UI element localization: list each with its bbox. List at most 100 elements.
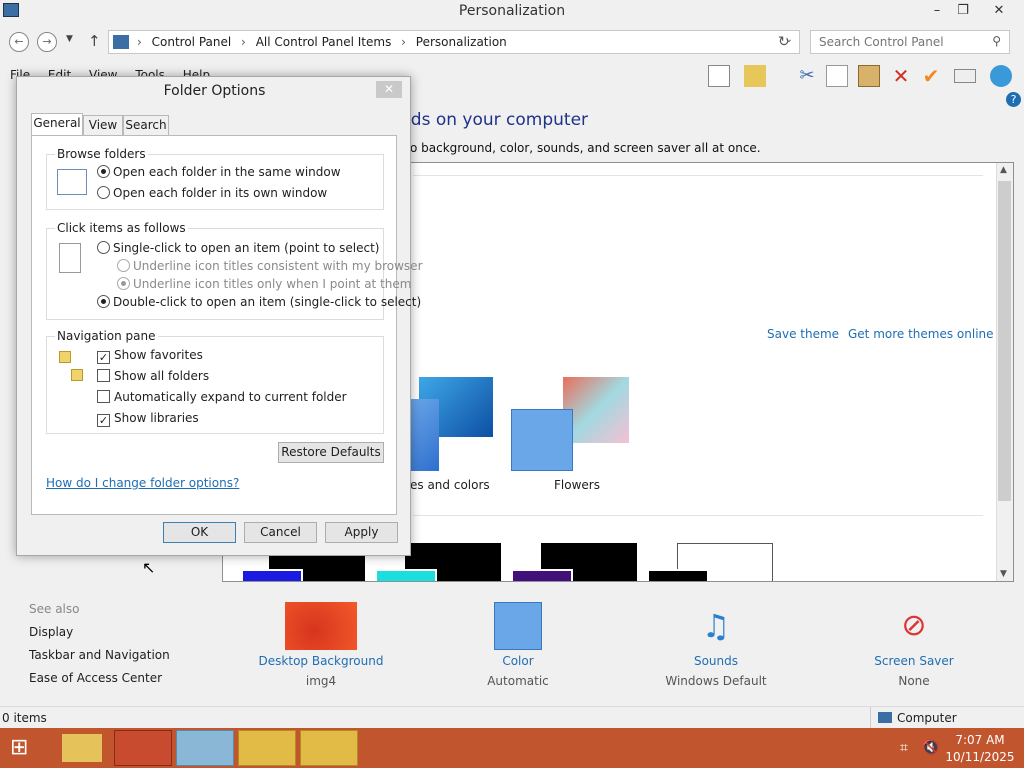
help-icon[interactable]: ?: [1006, 92, 1021, 107]
search-input[interactable]: [811, 31, 981, 53]
network-icon[interactable]: ⌗: [900, 740, 908, 756]
apply-button[interactable]: Apply: [325, 522, 398, 543]
speaker-task-icon[interactable]: [300, 730, 358, 766]
see-also-ease-of-access[interactable]: Ease of Access Center: [29, 671, 162, 685]
tab-search[interactable]: Search: [123, 115, 169, 135]
layout-icon[interactable]: [708, 65, 730, 87]
help-link[interactable]: How do I change folder options?: [46, 476, 239, 490]
dialog-close-button[interactable]: ✕: [376, 81, 402, 98]
start-button-icon[interactable]: ⊞: [10, 736, 28, 760]
scroll-up-icon[interactable]: ▲: [1000, 165, 1007, 175]
speaker-task-icon[interactable]: [238, 730, 296, 766]
color-value: Automatic: [487, 674, 549, 688]
sounds-label[interactable]: Sounds: [636, 654, 796, 668]
breadcrumb-control-panel[interactable]: Control Panel: [152, 35, 232, 49]
search-box[interactable]: ⚲: [810, 30, 1010, 54]
volume-muted-icon[interactable]: 🔇: [922, 740, 939, 756]
copy-icon[interactable]: [826, 65, 848, 87]
desktop-background-value: img4: [305, 674, 337, 688]
see-also-display[interactable]: Display: [29, 625, 73, 639]
desktop-background-item[interactable]: Desktop Background img4: [241, 602, 401, 688]
see-also-taskbar[interactable]: Taskbar and Navigation: [29, 648, 170, 662]
recent-pages-icon[interactable]: ▼: [66, 34, 73, 44]
flowers-color-icon: [511, 409, 573, 471]
color-palette-icon: [494, 602, 542, 650]
sounds-item[interactable]: ♫ Sounds Windows Default: [636, 602, 796, 688]
page-heading: nds on your computer: [400, 110, 589, 130]
search-icon[interactable]: ⚲: [992, 34, 1001, 48]
checkbox-show-favorites[interactable]: ✓ Show favorites: [97, 348, 203, 364]
navigation-pane-title: Navigation pane: [55, 329, 158, 343]
radio-same-window[interactable]: Open each folder in the same window: [97, 165, 341, 179]
dialog-title: Folder Options: [163, 83, 266, 99]
radio-underline-point[interactable]: Underline icon titles only when I point …: [117, 277, 411, 291]
checkmark-icon[interactable]: ✔: [920, 65, 942, 87]
forward-icon[interactable]: →: [37, 32, 57, 52]
cancel-button[interactable]: Cancel: [244, 522, 317, 543]
taskbar: ⊞ ⌗ 🔇 7:07 AM 10/11/2025: [0, 728, 1024, 768]
control-panel-icon: [113, 35, 129, 49]
color-item[interactable]: Color Automatic: [438, 602, 598, 688]
minimize-button[interactable]: –: [924, 2, 950, 20]
see-also-title: See also: [29, 602, 80, 616]
back-icon[interactable]: ←: [9, 32, 29, 52]
screen-saver-icon: ⊘: [901, 608, 927, 643]
paste-icon[interactable]: [858, 65, 880, 87]
close-button[interactable]: ✕: [986, 2, 1012, 20]
cut-icon[interactable]: ✂: [796, 65, 818, 87]
browse-folders-title: Browse folders: [55, 147, 148, 161]
browse-folders-icon: [57, 169, 87, 195]
file-explorer-icon[interactable]: [62, 734, 102, 762]
up-icon[interactable]: ↑: [88, 32, 101, 50]
address-row: ← → ▼ ↑ › Control Panel › All Control Pa…: [0, 26, 1024, 58]
desktop-background-icon: [285, 602, 357, 650]
control-panel-task-icon[interactable]: [176, 730, 234, 766]
radio-own-window[interactable]: Open each folder in its own window: [97, 186, 327, 200]
checkbox-show-all-folders[interactable]: Show all folders: [97, 369, 209, 383]
tab-general[interactable]: General: [31, 113, 83, 136]
theme-swatch: [409, 399, 439, 471]
clock-date[interactable]: 10/11/2025: [940, 750, 1020, 764]
screen-saver-value: None: [898, 674, 930, 688]
globe-icon[interactable]: [990, 65, 1012, 87]
delete-icon[interactable]: ✕: [890, 65, 912, 87]
restore-defaults-button[interactable]: Restore Defaults: [278, 442, 384, 463]
radio-single-click[interactable]: Single-click to open an item (point to s…: [97, 241, 379, 255]
clock-time[interactable]: 7:07 AM: [940, 733, 1020, 747]
sounds-value: Windows Default: [665, 674, 767, 688]
refresh-icon[interactable]: ↻: [778, 34, 790, 50]
maximize-button[interactable]: ❐: [950, 2, 976, 20]
status-bar: 0 items Computer: [0, 706, 1024, 729]
save-theme-link[interactable]: Save theme: [767, 327, 839, 341]
color-label[interactable]: Color: [438, 654, 598, 668]
general-tab-panel: Browse folders Open each folder in the s…: [31, 135, 423, 515]
folder-options-dialog: Folder Options ✕ General View Search Bro…: [16, 76, 423, 556]
checkbox-auto-expand[interactable]: Automatically expand to current folder: [97, 390, 347, 404]
desktop-background-label[interactable]: Desktop Background: [241, 654, 401, 668]
get-more-themes-link[interactable]: Get more themes online: [848, 327, 994, 341]
properties-icon[interactable]: [744, 65, 766, 87]
checkbox-show-libraries[interactable]: ✓ Show libraries: [97, 411, 199, 427]
breadcrumb-personalization[interactable]: Personalization: [416, 35, 507, 49]
scroll-thumb[interactable]: [998, 181, 1011, 501]
app-icon[interactable]: [114, 730, 172, 766]
screen-saver-label[interactable]: Screen Saver: [834, 654, 994, 668]
pointer-icon: [59, 243, 81, 273]
click-items-group: Click items as follows Single-click to o…: [46, 221, 423, 320]
radio-underline-browser[interactable]: Underline icon titles consistent with my…: [117, 259, 423, 273]
theme-swatch: [241, 569, 303, 581]
scroll-down-icon[interactable]: ▼: [1000, 569, 1007, 579]
browse-folders-group: Browse folders Open each folder in the s…: [46, 147, 384, 210]
rename-icon[interactable]: [954, 69, 976, 83]
status-location: Computer: [897, 711, 957, 725]
page-subheading: o background, color, sounds, and screen …: [410, 141, 761, 155]
address-bar[interactable]: › Control Panel › All Control Panel Item…: [108, 30, 800, 54]
screen-saver-item[interactable]: ⊘ Screen Saver None: [834, 602, 994, 688]
ok-button[interactable]: OK: [163, 522, 236, 543]
tab-view[interactable]: View: [83, 115, 123, 135]
vertical-scrollbar[interactable]: ▲ ▼: [996, 163, 1013, 581]
radio-double-click[interactable]: Double-click to open an item (single-cli…: [97, 295, 421, 309]
status-item-count: 0 items: [2, 711, 47, 725]
breadcrumb-all-items[interactable]: All Control Panel Items: [256, 35, 392, 49]
folder-icon: [71, 369, 83, 381]
